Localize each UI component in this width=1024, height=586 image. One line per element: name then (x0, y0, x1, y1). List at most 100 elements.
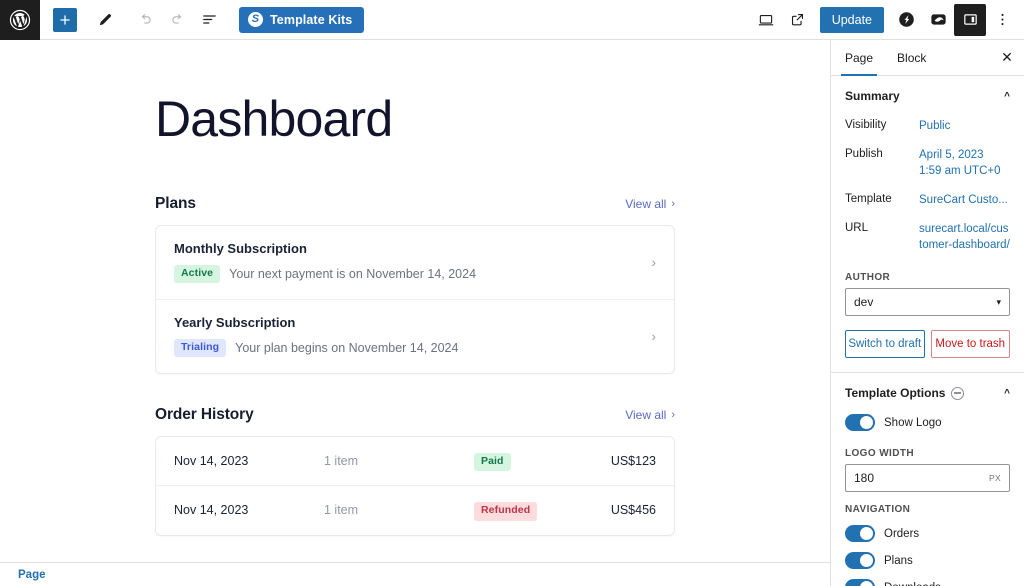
plan-row[interactable]: Yearly Subscription Trialing Your plan b… (156, 299, 674, 373)
navigation-label: NAVIGATION (845, 504, 1010, 515)
order-total: US$456 (611, 503, 656, 517)
settings-tabs: Page Block ✕ (831, 40, 1024, 76)
visibility-label: Visibility (845, 118, 919, 131)
settings-sidebar: Page Block ✕ Summary ^ Visibility Public… (830, 40, 1024, 586)
toggle-switch (845, 525, 875, 542)
nav-toggle-label: Downloads (884, 582, 941, 586)
logo-width-input[interactable]: 180 PX (845, 464, 1010, 492)
editor-canvas[interactable]: Dashboard Plans View all › (0, 40, 830, 586)
publish-label: Publish (845, 147, 919, 160)
update-button[interactable]: Update (820, 7, 884, 33)
table-row[interactable]: Nov 14, 2023 1 item Paid US$123 (156, 437, 674, 485)
editor-app: S Template Kits Update (0, 0, 1024, 586)
visibility-row: Visibility Public (845, 112, 1010, 141)
nav-toggle-label: Plans (884, 555, 913, 567)
order-status-cell: Refunded (474, 500, 611, 520)
add-block-button[interactable] (53, 8, 77, 32)
publish-row: Publish April 5, 2023 1:59 am UTC+0 (845, 141, 1010, 186)
view-site-button[interactable] (782, 4, 814, 36)
plans-card: Monthly Subscription Active Your next pa… (155, 225, 675, 374)
table-row[interactable]: Nov 14, 2023 1 item Refunded US$456 (156, 485, 674, 534)
logo-width-value: 180 (854, 471, 874, 485)
edit-tool-button[interactable] (89, 4, 121, 36)
post-actions: Switch to draft Move to trash (845, 330, 1010, 358)
chevron-right-icon: › (671, 410, 675, 421)
show-logo-toggle[interactable]: Show Logo (845, 409, 1010, 436)
chevron-up-icon: ^ (1004, 91, 1010, 102)
summary-panel-header[interactable]: Summary ^ (845, 86, 1010, 112)
logo-width-label: LOGO WIDTH (845, 448, 1010, 459)
plan-description: Your next payment is on November 14, 202… (229, 267, 476, 281)
redo-button[interactable] (161, 4, 193, 36)
plans-view-all-link[interactable]: View all › (625, 197, 675, 211)
wordpress-logo-icon (9, 9, 31, 31)
toolbar-right-group: Update (750, 4, 1024, 36)
tab-page[interactable]: Page (833, 40, 885, 76)
chevron-right-icon: › (641, 254, 656, 270)
author-select[interactable]: dev ▾ (845, 288, 1010, 316)
breadcrumb[interactable]: Page (18, 569, 46, 581)
move-to-trash-button[interactable]: Move to trash (931, 330, 1011, 358)
plan-description: Your plan begins on November 14, 2024 (235, 341, 458, 355)
chevron-up-icon: ^ (1004, 388, 1010, 399)
preview-device-button[interactable] (750, 4, 782, 36)
chevron-right-icon: › (671, 199, 675, 210)
order-history-section-header: Order History View all › (155, 406, 675, 424)
list-view-button[interactable] (193, 4, 225, 36)
plans-section: Plans View all › Monthly Subscription (155, 195, 675, 374)
surecart-mark-icon: S (248, 12, 263, 27)
plan-name: Monthly Subscription (174, 241, 641, 256)
surecart-badge-icon (951, 387, 964, 400)
order-date: Nov 14, 2023 (174, 503, 324, 517)
editor-body: Dashboard Plans View all › (0, 40, 1024, 586)
status-badge: Refunded (474, 502, 537, 520)
order-status-cell: Paid (474, 451, 611, 471)
dashboard-template: Dashboard Plans View all › (155, 92, 675, 586)
author-label: AUTHOR (845, 272, 1010, 283)
visibility-value[interactable]: Public (919, 118, 1010, 135)
summary-panel: Summary ^ Visibility Public Publish Apri… (831, 76, 1024, 373)
toggle-switch (845, 414, 875, 431)
nav-toggle-downloads[interactable]: Downloads (845, 574, 1010, 586)
surecart-icon-button[interactable] (890, 4, 922, 36)
plan-status-badge: Trialing (174, 339, 226, 357)
switch-to-draft-button[interactable]: Switch to draft (845, 330, 925, 358)
orders-view-all-link[interactable]: View all › (625, 408, 675, 422)
url-label: URL (845, 221, 919, 234)
toggle-switch (845, 552, 875, 569)
plans-section-header: Plans View all › (155, 195, 675, 213)
template-kits-label: Template Kits (270, 13, 352, 27)
template-options-title: Template Options (845, 386, 945, 400)
order-history-section: Order History View all › Nov 14, 2023 1 … (155, 406, 675, 535)
template-options-header[interactable]: Template Options ^ (845, 383, 1010, 409)
plan-row[interactable]: Monthly Subscription Active Your next pa… (156, 226, 674, 299)
publish-value[interactable]: April 5, 2023 1:59 am UTC+0 (919, 147, 1010, 180)
more-options-button[interactable] (986, 4, 1018, 36)
wordpress-logo-button[interactable] (0, 0, 40, 40)
template-row: Template SureCart Custo... (845, 186, 1010, 215)
nav-toggle-label: Orders (884, 528, 919, 540)
tab-block[interactable]: Block (885, 40, 938, 76)
template-label: Template (845, 192, 919, 205)
template-kits-button[interactable]: S Template Kits (239, 7, 364, 33)
close-icon[interactable]: ✕ (990, 40, 1024, 75)
plan-status-badge: Active (174, 265, 220, 283)
logo-width-unit: PX (989, 473, 1001, 483)
order-history-card: Nov 14, 2023 1 item Paid US$123 Nov 14, … (155, 436, 675, 535)
toggle-switch (845, 579, 875, 586)
plans-view-all-label: View all (625, 197, 666, 211)
url-value[interactable]: surecart.local/customer-dashboard/ (919, 221, 1010, 254)
chevron-right-icon: › (641, 328, 656, 344)
nav-toggle-orders[interactable]: Orders (845, 520, 1010, 547)
editor-status-bar: Page (0, 562, 830, 586)
undo-button[interactable] (129, 4, 161, 36)
chevron-down-icon: ▾ (996, 297, 1001, 308)
plans-title: Plans (155, 195, 196, 213)
toolbar-left-group: S Template Kits (40, 4, 364, 36)
plugin-icon-button[interactable] (922, 4, 954, 36)
template-value[interactable]: SureCart Custo... (919, 192, 1010, 209)
nav-toggle-plans[interactable]: Plans (845, 547, 1010, 574)
order-total: US$123 (611, 454, 656, 468)
settings-sidebar-toggle[interactable] (954, 4, 986, 36)
author-value: dev (854, 295, 873, 309)
